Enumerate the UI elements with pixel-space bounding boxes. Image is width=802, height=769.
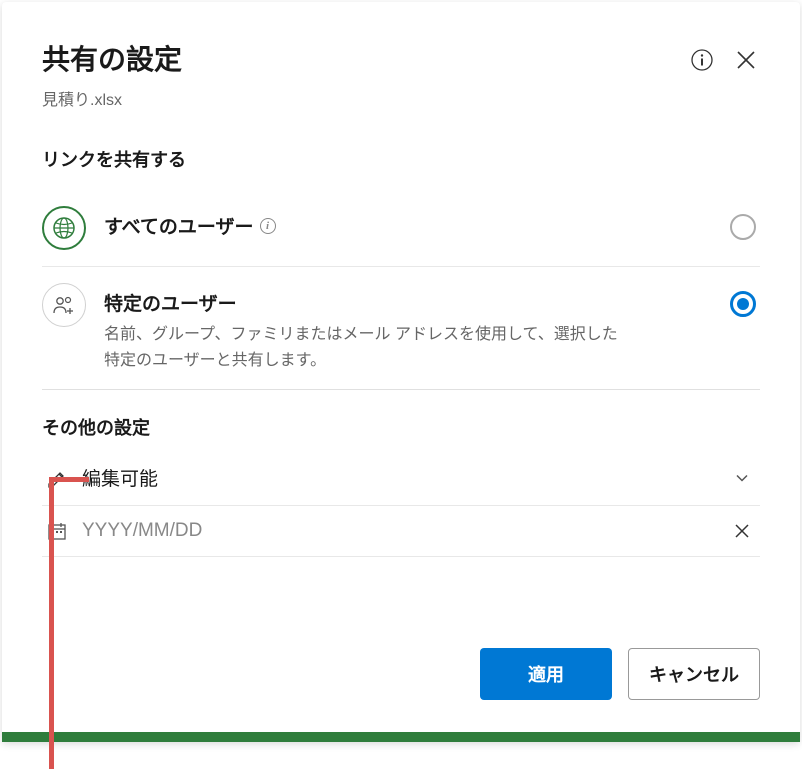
info-small-icon[interactable]: i: [260, 218, 276, 234]
filename-label: 見積り.xlsx: [42, 86, 182, 110]
people-icon: [42, 283, 86, 327]
clear-date-button[interactable]: [728, 522, 756, 540]
dialog-footer: 適用 キャンセル: [42, 648, 760, 714]
permission-dropdown[interactable]: 編集可能: [42, 450, 760, 506]
share-link-section: リンクを共有する すべてのユーザー: [42, 146, 760, 414]
close-button[interactable]: [732, 46, 760, 74]
globe-icon: [42, 206, 86, 250]
permission-label: 編集可能: [82, 464, 728, 491]
share-heading: リンクを共有する: [42, 146, 760, 172]
option-specific-label: 特定のユーザー: [104, 289, 237, 316]
other-heading: その他の設定: [42, 414, 760, 440]
dialog-header: 共有の設定 見積り.xlsx: [42, 38, 760, 110]
info-button[interactable]: [688, 46, 716, 74]
expiry-date-row[interactable]: YYYY/MM/DD: [42, 506, 760, 557]
chevron-down-icon: [728, 470, 756, 486]
close-icon: [735, 49, 757, 71]
radio-specific[interactable]: [730, 291, 756, 317]
info-icon: [691, 49, 713, 71]
share-option-specific[interactable]: 特定のユーザー 名前、グループ、ファミリまたはメール アドレスを使用して、選択し…: [42, 267, 760, 389]
date-placeholder: YYYY/MM/DD: [82, 520, 728, 542]
dialog-accent-bar: [2, 732, 800, 742]
apply-button[interactable]: 適用: [480, 648, 612, 700]
clear-icon: [733, 522, 751, 540]
other-settings-section: その他の設定 編集可能: [42, 414, 760, 557]
annotation-callout-line: [49, 477, 54, 769]
cancel-button[interactable]: キャンセル: [628, 648, 760, 700]
share-option-anyone[interactable]: すべてのユーザー i: [42, 190, 760, 267]
sharing-settings-dialog: 共有の設定 見積り.xlsx: [2, 2, 800, 742]
option-anyone-label: すべてのユーザー: [104, 212, 254, 239]
option-specific-desc: 名前、グループ、ファミリまたはメール アドレスを使用して、選択した特定のユーザー…: [104, 322, 624, 373]
dialog-title: 共有の設定: [42, 38, 182, 78]
radio-anyone[interactable]: [730, 214, 756, 240]
